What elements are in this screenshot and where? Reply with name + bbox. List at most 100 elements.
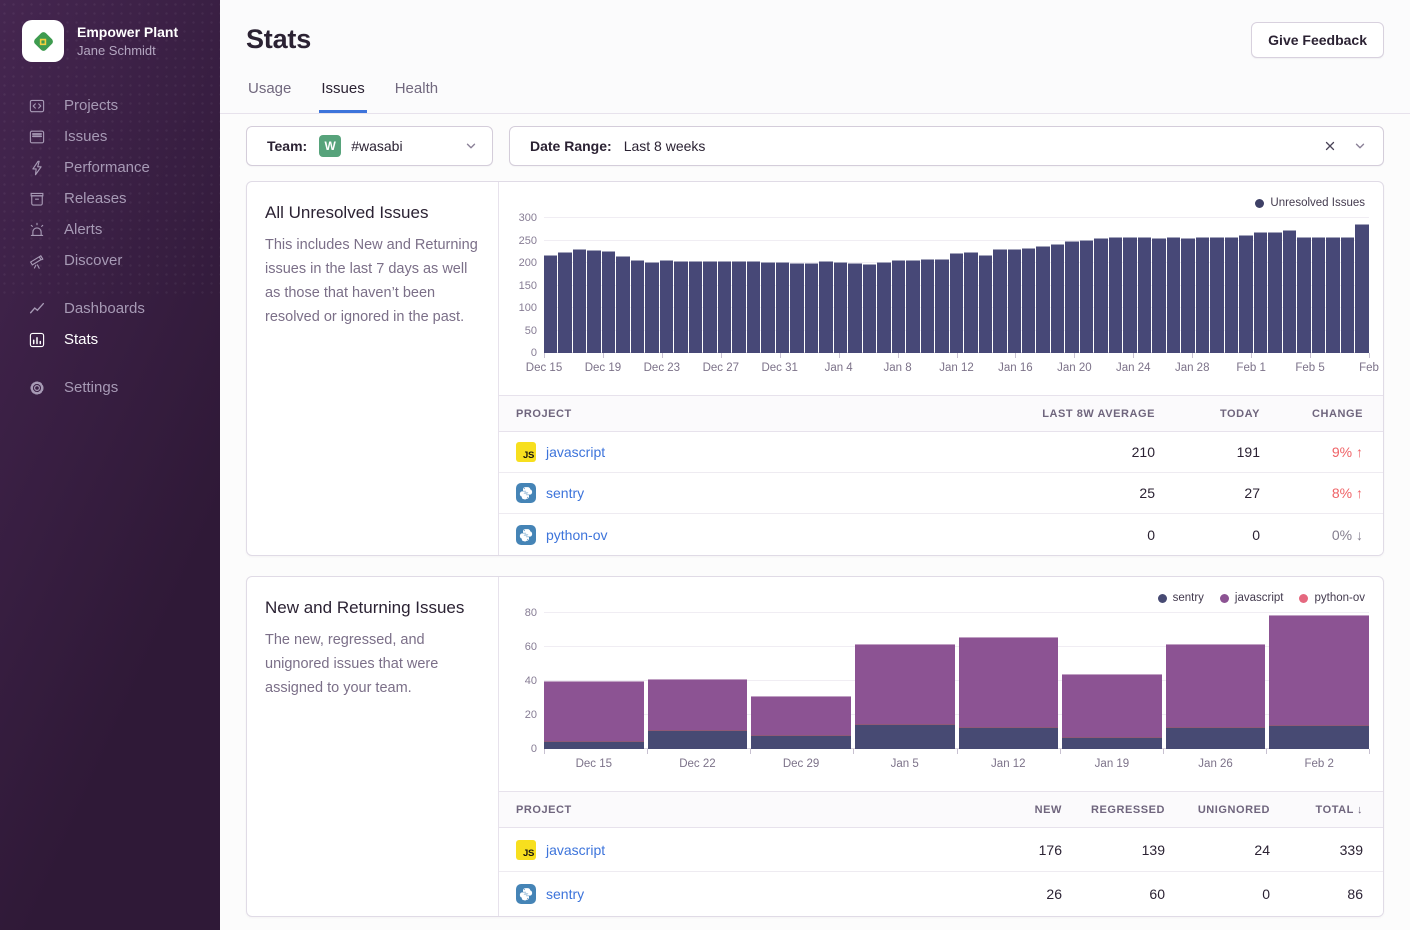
chart-bar-group[interactable] — [1062, 613, 1162, 749]
project-link[interactable]: sentry — [546, 485, 584, 501]
bar-segment-javascript[interactable] — [1269, 615, 1369, 726]
chart-bar[interactable] — [674, 261, 687, 353]
chart-bar[interactable] — [660, 260, 673, 353]
bar-segment-javascript[interactable] — [648, 679, 748, 730]
bar-segment-javascript[interactable] — [751, 696, 851, 735]
chart-bar[interactable] — [805, 263, 818, 354]
sidebar-item-alerts[interactable]: Alerts — [0, 214, 220, 245]
chart-bar[interactable] — [1152, 238, 1165, 353]
chart-bar[interactable] — [1022, 248, 1035, 353]
chart-bar[interactable] — [1196, 237, 1209, 353]
bar-segment-sentry[interactable] — [855, 724, 955, 750]
chart-bar[interactable] — [1008, 249, 1021, 353]
legend-item-javascript[interactable]: javascript — [1220, 592, 1284, 604]
chart-bar[interactable] — [1181, 238, 1194, 353]
chart-bar[interactable] — [819, 261, 832, 353]
bar-segment-sentry[interactable] — [544, 741, 644, 750]
chart-bar[interactable] — [892, 260, 905, 353]
chart-bar[interactable] — [1225, 237, 1238, 354]
sidebar-item-discover[interactable]: Discover — [0, 245, 220, 276]
sidebar-item-performance[interactable]: Performance — [0, 152, 220, 183]
project-link[interactable]: javascript — [546, 444, 605, 460]
chart-bar[interactable] — [1326, 237, 1339, 353]
chart-bar[interactable] — [558, 252, 571, 353]
chart-bar[interactable] — [703, 261, 716, 353]
chart-bar[interactable] — [718, 261, 731, 353]
chart-bar[interactable] — [935, 259, 948, 353]
sidebar-item-releases[interactable]: Releases — [0, 183, 220, 214]
chart-bar[interactable] — [979, 255, 992, 354]
chart-bar[interactable] — [1210, 237, 1223, 353]
chart-bar-group[interactable] — [1269, 613, 1369, 749]
bar-segment-sentry[interactable] — [1062, 737, 1162, 749]
bar-segment-javascript[interactable] — [855, 644, 955, 724]
chart-bar[interactable] — [747, 261, 760, 353]
chart-bar[interactable] — [645, 262, 658, 353]
chart-bar[interactable] — [1283, 230, 1296, 353]
clear-icon[interactable] — [1323, 139, 1337, 153]
chart-bar-group[interactable] — [751, 613, 851, 749]
chart-bar[interactable] — [1268, 232, 1281, 353]
chart-bar[interactable] — [848, 263, 861, 353]
chart-bar[interactable] — [587, 250, 600, 354]
chart-bar[interactable] — [790, 263, 803, 353]
chart-bar[interactable] — [1036, 246, 1049, 353]
chart-bar[interactable] — [863, 264, 876, 354]
chart-bar[interactable] — [616, 256, 629, 353]
bar-segment-javascript[interactable] — [1166, 644, 1266, 727]
chart-bar[interactable] — [877, 262, 890, 353]
unresolved-issues-chart[interactable]: 050100150200250300 — [544, 218, 1369, 353]
column-header-total[interactable]: TOTAL↓ — [1270, 804, 1363, 816]
chart-bar[interactable] — [1051, 244, 1064, 353]
chart-bar[interactable] — [1080, 240, 1093, 353]
bar-segment-sentry[interactable] — [751, 735, 851, 749]
new-returning-issues-chart[interactable]: 020406080 — [544, 613, 1369, 749]
chart-bar-group[interactable] — [959, 613, 1059, 749]
sidebar-item-issues[interactable]: Issues — [0, 121, 220, 152]
legend-item-python-ov[interactable]: python-ov — [1299, 592, 1365, 604]
team-filter[interactable]: Team: W #wasabi — [246, 126, 493, 166]
project-link[interactable]: javascript — [546, 842, 605, 858]
chart-bar-group[interactable] — [855, 613, 955, 749]
chart-bar[interactable] — [1355, 224, 1368, 353]
chart-bar[interactable] — [776, 262, 789, 353]
project-link[interactable]: python-ov — [546, 527, 607, 543]
chart-bar[interactable] — [921, 259, 934, 354]
chart-bar[interactable] — [732, 261, 745, 353]
bar-segment-sentry[interactable] — [1166, 727, 1266, 749]
chart-bar[interactable] — [834, 262, 847, 353]
sidebar-item-settings[interactable]: Settings — [0, 372, 220, 403]
sidebar-item-stats[interactable]: Stats — [0, 324, 220, 355]
chart-bar[interactable] — [573, 249, 586, 353]
chart-bar[interactable] — [993, 249, 1006, 353]
bar-segment-javascript[interactable] — [1062, 674, 1162, 737]
chart-bar[interactable] — [1138, 237, 1151, 353]
chart-bar[interactable] — [1109, 237, 1122, 353]
chart-bar[interactable] — [1297, 237, 1310, 354]
legend-item-unresolved-issues[interactable]: Unresolved Issues — [1255, 197, 1365, 209]
chart-bar[interactable] — [689, 261, 702, 353]
chart-bar[interactable] — [1065, 241, 1078, 353]
legend-item-sentry[interactable]: sentry — [1158, 592, 1204, 604]
chart-bar[interactable] — [964, 252, 977, 353]
chart-bar[interactable] — [1254, 232, 1267, 354]
chart-bar[interactable] — [1312, 237, 1325, 353]
chart-bar-group[interactable] — [648, 613, 748, 749]
chart-bar[interactable] — [631, 260, 644, 353]
sidebar-item-projects[interactable]: Projects — [0, 90, 220, 121]
sidebar-item-dashboards[interactable]: Dashboards — [0, 293, 220, 324]
chart-bar[interactable] — [602, 251, 615, 353]
project-link[interactable]: sentry — [546, 886, 584, 902]
chart-bar[interactable] — [1341, 237, 1354, 354]
chart-bar[interactable] — [1239, 235, 1252, 353]
bar-segment-sentry[interactable] — [648, 730, 748, 749]
chart-bar[interactable] — [544, 255, 557, 353]
bar-segment-javascript[interactable] — [959, 637, 1059, 727]
chart-bar[interactable] — [906, 260, 919, 353]
chart-bar[interactable] — [950, 253, 963, 353]
tab-health[interactable]: Health — [393, 79, 440, 113]
chart-bar[interactable] — [1094, 238, 1107, 353]
tab-issues[interactable]: Issues — [319, 79, 366, 113]
give-feedback-button[interactable]: Give Feedback — [1251, 22, 1384, 58]
bar-segment-sentry[interactable] — [1269, 725, 1369, 749]
